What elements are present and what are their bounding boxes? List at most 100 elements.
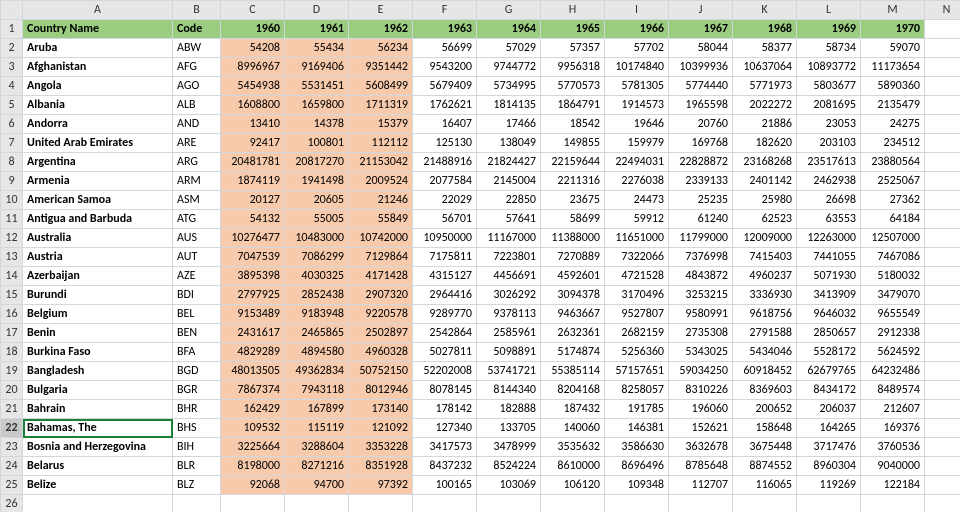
header-cell[interactable]: 1963 bbox=[413, 20, 477, 39]
value-cell[interactable]: 8437232 bbox=[413, 457, 477, 476]
value-cell[interactable]: 9618756 bbox=[733, 305, 797, 324]
value-cell[interactable]: 7223801 bbox=[477, 248, 541, 267]
country-name-cell[interactable]: Australia bbox=[23, 229, 173, 248]
value-cell[interactable]: 62523 bbox=[733, 210, 797, 229]
value-cell[interactable]: 8696496 bbox=[605, 457, 669, 476]
value-cell[interactable]: 8434172 bbox=[797, 381, 861, 400]
value-cell[interactable]: 48013505 bbox=[221, 362, 285, 381]
cell-blank[interactable] bbox=[925, 381, 960, 400]
cell-blank[interactable] bbox=[23, 495, 173, 512]
value-cell[interactable]: 9646032 bbox=[797, 305, 861, 324]
value-cell[interactable]: 23517613 bbox=[797, 153, 861, 172]
value-cell[interactable]: 57641 bbox=[477, 210, 541, 229]
value-cell[interactable]: 8144340 bbox=[477, 381, 541, 400]
cell-blank[interactable] bbox=[925, 362, 960, 381]
value-cell[interactable]: 4721528 bbox=[605, 267, 669, 286]
value-cell[interactable]: 109532 bbox=[221, 419, 285, 438]
value-cell[interactable]: 206037 bbox=[797, 400, 861, 419]
country-code-cell[interactable]: AUS bbox=[173, 229, 221, 248]
country-name-cell[interactable]: Belize bbox=[23, 476, 173, 495]
country-name-cell[interactable]: Bahrain bbox=[23, 400, 173, 419]
cell-blank[interactable] bbox=[477, 495, 541, 512]
value-cell[interactable]: 5771973 bbox=[733, 77, 797, 96]
value-cell[interactable]: 3479070 bbox=[861, 286, 925, 305]
value-cell[interactable]: 2081695 bbox=[797, 96, 861, 115]
value-cell[interactable]: 2145004 bbox=[477, 172, 541, 191]
value-cell[interactable]: 3632678 bbox=[669, 438, 733, 457]
row-header-17[interactable]: 17 bbox=[1, 324, 23, 343]
value-cell[interactable]: 5803677 bbox=[797, 77, 861, 96]
value-cell[interactable]: 8785648 bbox=[669, 457, 733, 476]
country-name-cell[interactable]: Bahamas, The bbox=[23, 419, 173, 438]
value-cell[interactable]: 7047539 bbox=[221, 248, 285, 267]
value-cell[interactable]: 61240 bbox=[669, 210, 733, 229]
value-cell[interactable]: 23675 bbox=[541, 191, 605, 210]
row-header-24[interactable]: 24 bbox=[1, 457, 23, 476]
header-cell[interactable]: Code bbox=[173, 20, 221, 39]
value-cell[interactable]: 10483000 bbox=[285, 229, 349, 248]
value-cell[interactable]: 54208 bbox=[221, 39, 285, 58]
value-cell[interactable]: 234512 bbox=[861, 134, 925, 153]
value-cell[interactable]: 8078145 bbox=[413, 381, 477, 400]
row-header-21[interactable]: 21 bbox=[1, 400, 23, 419]
row-header-4[interactable]: 4 bbox=[1, 77, 23, 96]
cell-blank[interactable] bbox=[925, 39, 960, 58]
country-code-cell[interactable]: AGO bbox=[173, 77, 221, 96]
value-cell[interactable]: 19646 bbox=[605, 115, 669, 134]
value-cell[interactable]: 8369603 bbox=[733, 381, 797, 400]
row-header-2[interactable]: 2 bbox=[1, 39, 23, 58]
col-header-N[interactable]: N bbox=[925, 1, 960, 20]
value-cell[interactable]: 119269 bbox=[797, 476, 861, 495]
row-header-23[interactable]: 23 bbox=[1, 438, 23, 457]
value-cell[interactable]: 49362834 bbox=[285, 362, 349, 381]
value-cell[interactable]: 58699 bbox=[541, 210, 605, 229]
cell-blank[interactable] bbox=[925, 58, 960, 77]
value-cell[interactable]: 159979 bbox=[605, 134, 669, 153]
col-header-G[interactable]: G bbox=[477, 1, 541, 20]
country-name-cell[interactable]: Andorra bbox=[23, 115, 173, 134]
value-cell[interactable]: 2077584 bbox=[413, 172, 477, 191]
value-cell[interactable]: 5256360 bbox=[605, 343, 669, 362]
value-cell[interactable]: 9463667 bbox=[541, 305, 605, 324]
value-cell[interactable]: 146381 bbox=[605, 419, 669, 438]
row-header-19[interactable]: 19 bbox=[1, 362, 23, 381]
value-cell[interactable]: 20817270 bbox=[285, 153, 349, 172]
value-cell[interactable]: 1914573 bbox=[605, 96, 669, 115]
value-cell[interactable]: 21824427 bbox=[477, 153, 541, 172]
value-cell[interactable]: 4894580 bbox=[285, 343, 349, 362]
cell-blank[interactable] bbox=[285, 495, 349, 512]
value-cell[interactable]: 1762621 bbox=[413, 96, 477, 115]
value-cell[interactable]: 2852438 bbox=[285, 286, 349, 305]
country-name-cell[interactable]: United Arab Emirates bbox=[23, 134, 173, 153]
value-cell[interactable]: 8012946 bbox=[349, 381, 413, 400]
value-cell[interactable]: 149855 bbox=[541, 134, 605, 153]
value-cell[interactable]: 5071930 bbox=[797, 267, 861, 286]
value-cell[interactable]: 7086299 bbox=[285, 248, 349, 267]
cell-blank[interactable] bbox=[925, 457, 960, 476]
value-cell[interactable]: 2502897 bbox=[349, 324, 413, 343]
cell-blank[interactable] bbox=[925, 153, 960, 172]
value-cell[interactable]: 182620 bbox=[733, 134, 797, 153]
value-cell[interactable]: 5679409 bbox=[413, 77, 477, 96]
value-cell[interactable]: 10637064 bbox=[733, 58, 797, 77]
value-cell[interactable]: 59070 bbox=[861, 39, 925, 58]
value-cell[interactable]: 8610000 bbox=[541, 457, 605, 476]
country-name-cell[interactable]: Armenia bbox=[23, 172, 173, 191]
cell-blank[interactable] bbox=[221, 495, 285, 512]
country-code-cell[interactable]: BHR bbox=[173, 400, 221, 419]
row-header-5[interactable]: 5 bbox=[1, 96, 23, 115]
value-cell[interactable]: 94700 bbox=[285, 476, 349, 495]
value-cell[interactable]: 152621 bbox=[669, 419, 733, 438]
header-cell[interactable]: 1966 bbox=[605, 20, 669, 39]
value-cell[interactable]: 64184 bbox=[861, 210, 925, 229]
value-cell[interactable]: 112707 bbox=[669, 476, 733, 495]
country-name-cell[interactable]: Bangladesh bbox=[23, 362, 173, 381]
country-name-cell[interactable]: Bosnia and Herzegovina bbox=[23, 438, 173, 457]
country-name-cell[interactable]: American Samoa bbox=[23, 191, 173, 210]
value-cell[interactable]: 4171428 bbox=[349, 267, 413, 286]
value-cell[interactable]: 55849 bbox=[349, 210, 413, 229]
select-all-corner[interactable] bbox=[1, 1, 23, 20]
value-cell[interactable]: 2907320 bbox=[349, 286, 413, 305]
cell-blank[interactable] bbox=[925, 343, 960, 362]
value-cell[interactable]: 3760536 bbox=[861, 438, 925, 457]
